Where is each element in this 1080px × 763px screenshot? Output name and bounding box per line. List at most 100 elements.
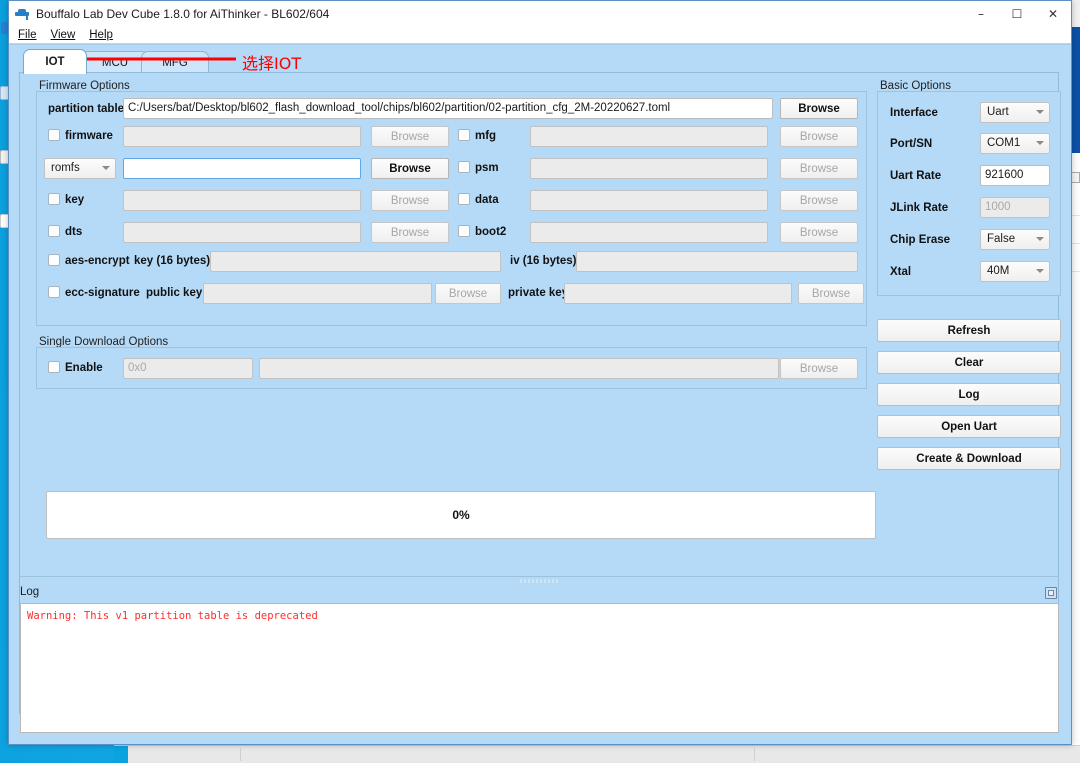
annotation-text: 选择IOT (242, 50, 301, 74)
uart-rate-label: Uart Rate (890, 170, 941, 182)
aes-iv-label: iv (16 bytes) (510, 255, 576, 267)
single-download-browse-button[interactable]: Browse (780, 358, 858, 379)
progress-bar: 0% (46, 491, 876, 539)
xtal-combo-arrow-wrap (980, 261, 1050, 282)
aes-encrypt-checkbox[interactable] (48, 254, 60, 266)
aes-encrypt-label: aes-encrypt (65, 255, 130, 267)
public-key-browse-button[interactable]: Browse (435, 283, 501, 304)
partition-table-browse-button[interactable]: Browse (780, 98, 858, 119)
menu-bar: File View Help (9, 26, 1071, 44)
romfs-browse-button[interactable]: Browse (371, 158, 449, 179)
aes-key-label: key (16 bytes) (134, 255, 210, 267)
log-line: Warning: This v1 partition table is depr… (27, 609, 1052, 623)
float-window-icon-inner (1048, 590, 1054, 596)
psm-input[interactable] (530, 158, 768, 179)
romfs-input[interactable] (123, 158, 361, 179)
tab-mfg[interactable]: MFG (141, 51, 209, 74)
menu-file[interactable]: File (18, 29, 37, 41)
window-controls: – ☐ ✕ (963, 1, 1071, 26)
single-download-enable-checkbox[interactable] (48, 361, 60, 373)
dts-browse-button[interactable]: Browse (371, 222, 449, 243)
port-sn-label: Port/SN (890, 138, 932, 150)
log-output-box[interactable]: Warning: This v1 partition table is depr… (20, 603, 1059, 733)
key-checkbox[interactable] (48, 193, 60, 205)
minimize-button[interactable]: – (963, 1, 999, 26)
tab-mcu[interactable]: MCU (81, 51, 149, 74)
clear-button[interactable]: Clear (877, 351, 1061, 374)
chevron-down-icon (1036, 237, 1044, 241)
aes-key-input[interactable] (210, 251, 501, 272)
refresh-button[interactable]: Refresh (877, 319, 1061, 342)
aes-iv-input[interactable] (576, 251, 858, 272)
tab-iot[interactable]: IOT (23, 49, 87, 74)
create-and-download-button[interactable]: Create & Download (877, 447, 1061, 470)
client-area: MCU MFG IOT Firmware Options partition t… (9, 44, 1071, 744)
menu-help-label: Help (89, 29, 113, 41)
graduation-cap-icon (14, 6, 30, 22)
boot2-input[interactable] (530, 222, 768, 243)
log-section-label: Log (20, 586, 39, 598)
chip-erase-label: Chip Erase (890, 234, 950, 246)
menu-view[interactable]: View (51, 29, 76, 41)
single-download-file-input[interactable] (259, 358, 779, 379)
psm-browse-button[interactable]: Browse (780, 158, 858, 179)
private-key-label: private key (508, 287, 568, 299)
boot2-browse-button[interactable]: Browse (780, 222, 858, 243)
chip-erase-combo-arrow-wrap (980, 229, 1050, 250)
log-button[interactable]: Log (877, 383, 1061, 406)
public-key-input[interactable] (203, 283, 432, 304)
dts-label: dts (65, 226, 82, 238)
key-input[interactable] (123, 190, 361, 211)
single-download-address-input[interactable]: 0x0 (123, 358, 253, 379)
taskbar[interactable] (114, 745, 1080, 763)
psm-label: psm (475, 162, 499, 174)
data-browse-button[interactable]: Browse (780, 190, 858, 211)
progress-percent-label: 0% (452, 508, 469, 522)
psm-checkbox[interactable] (458, 161, 470, 173)
uart-rate-input[interactable]: 921600 (980, 165, 1050, 186)
single-download-enable-label: Enable (65, 362, 103, 374)
chevron-down-icon (1036, 110, 1044, 114)
private-key-input[interactable] (564, 283, 792, 304)
tab-mcu-label: MCU (102, 57, 128, 69)
partition-table-label: partition table (48, 103, 124, 115)
splitter-handle[interactable] (520, 579, 560, 583)
taskbar-accent (114, 746, 128, 763)
dts-checkbox[interactable] (48, 225, 60, 237)
jlink-rate-input[interactable]: 1000 (980, 197, 1050, 218)
data-input[interactable] (530, 190, 768, 211)
mfg-input[interactable] (530, 126, 768, 147)
open-uart-button[interactable]: Open Uart (877, 415, 1061, 438)
boot2-label: boot2 (475, 226, 506, 238)
port-sn-combo-arrow-wrap (980, 133, 1050, 154)
data-label: data (475, 194, 499, 206)
romfs-combo-arrow-wrap (44, 158, 116, 179)
title-bar[interactable]: Bouffalo Lab Dev Cube 1.8.0 for AiThinke… (9, 1, 1071, 26)
firmware-browse-button[interactable]: Browse (371, 126, 449, 147)
firmware-checkbox[interactable] (48, 129, 60, 141)
menu-view-label: View (51, 29, 76, 41)
application-window: Bouffalo Lab Dev Cube 1.8.0 for AiThinke… (8, 0, 1072, 745)
mfg-browse-button[interactable]: Browse (780, 126, 858, 147)
close-button[interactable]: ✕ (1035, 1, 1071, 26)
private-key-browse-button[interactable]: Browse (798, 283, 864, 304)
menu-help[interactable]: Help (89, 29, 113, 41)
tab-strip: MCU MFG IOT (19, 49, 1059, 73)
public-key-label: public key (146, 287, 202, 299)
key-label: key (65, 194, 84, 206)
firmware-input[interactable] (123, 126, 361, 147)
panel-separator (19, 576, 1059, 577)
chevron-down-icon (1036, 141, 1044, 145)
ecc-signature-checkbox[interactable] (48, 286, 60, 298)
dts-input[interactable] (123, 222, 361, 243)
jlink-rate-label: JLink Rate (890, 202, 948, 214)
maximize-button[interactable]: ☐ (999, 1, 1035, 26)
interface-combo-arrow-wrap (980, 102, 1050, 123)
data-checkbox[interactable] (458, 193, 470, 205)
mfg-checkbox[interactable] (458, 129, 470, 141)
boot2-checkbox[interactable] (458, 225, 470, 237)
key-browse-button[interactable]: Browse (371, 190, 449, 211)
float-window-icon[interactable] (1045, 587, 1057, 599)
tab-iot-label: IOT (45, 56, 64, 68)
partition-table-input[interactable]: C:/Users/bat/Desktop/bl602_flash_downloa… (123, 98, 773, 119)
